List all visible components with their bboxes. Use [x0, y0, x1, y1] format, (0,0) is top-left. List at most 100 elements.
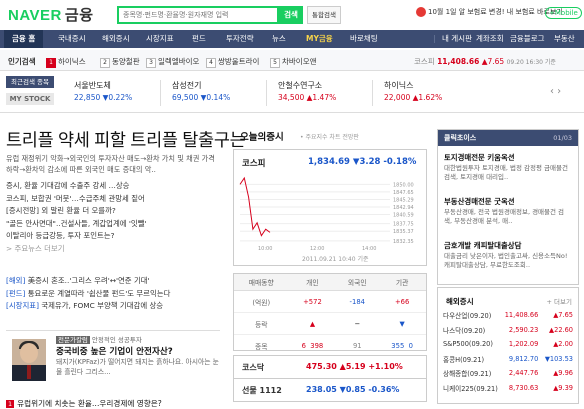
- nav-fund[interactable]: 펀드: [184, 30, 214, 48]
- ad-item[interactable]: 토지경매전문 키움옥션 대한법원투자 토지경매, 법정 감정평 금매물건 검색,…: [444, 152, 572, 182]
- news-item[interactable]: [해외] 美증시 혼조..'그리스 우려'↔'연준 기대': [6, 275, 220, 288]
- news-list: 증시, 환율 기대감에 수출주 강세 …상승 코스피, 보합권 '머뭇'…수급주…: [6, 180, 220, 255]
- divider: [160, 80, 161, 106]
- nav-domestic[interactable]: 국내증시: [50, 30, 94, 48]
- ad-item[interactable]: 부동산경매전문 굿옥션 부동산경매, 전국 법원경매정보, 경매물건 검색, 부…: [444, 196, 572, 226]
- y-tick-label: 1840.59: [393, 213, 414, 219]
- recent-stock[interactable]: 안철수연구소 34,500 ▲1.47%: [278, 80, 360, 102]
- pager-arrows-icon[interactable]: ‹ ›: [550, 86, 561, 97]
- col-header: 개인: [288, 274, 337, 291]
- table-row: 종목 6 398 91 355 0: [234, 334, 426, 357]
- kosdaq-row[interactable]: 코스닥 475.30 ▲5.19 +1.10%: [233, 355, 427, 379]
- col-header: 외국인: [336, 274, 379, 291]
- kospi-panel: 코스피 1,834.69 ▼3.28 -0.18% 1850.00 1847.65…: [233, 149, 427, 266]
- news-item[interactable]: 증시, 환율 기대감에 수출주 강세 …상승: [6, 180, 220, 193]
- y-tick-label: 1850.00: [393, 182, 414, 188]
- promo-banner[interactable]: 10월 1일 알 보험료 변경! 내 보험료 바로보기: [416, 7, 563, 17]
- y-tick-label: 1847.65: [393, 190, 414, 196]
- column-body: 돼지가(KPFaz)가 떨어지면 돼지는 흙하나요. 아시아는 눈물 흘린다 그…: [56, 358, 219, 376]
- divider: [266, 80, 267, 106]
- bottom-news[interactable]: 1 유럽위기에 치솟는 환율…우리경제에 영향은?: [6, 398, 162, 409]
- hot-item[interactable]: 3 일렉엘바이오: [146, 56, 199, 68]
- nav-market-index[interactable]: 시장지표: [138, 30, 182, 48]
- ads-header: 클릭초이스 01/03: [438, 130, 578, 146]
- table-row[interactable]: 니케이225(09.21) 8,730.63 ▲9.39: [442, 381, 574, 396]
- y-tick-label: 1835.37: [393, 229, 414, 235]
- nav-strategy[interactable]: 투자전략: [218, 30, 262, 48]
- index-name: 코스닥: [242, 363, 265, 372]
- x-tick-label: 10:00: [258, 246, 272, 252]
- index-name: 선물 1112: [242, 386, 282, 395]
- category-news-list: [해외] 美증시 혼조..'그리스 우려'↔'연준 기대' [펀드] 통요로운 …: [6, 275, 220, 313]
- hot-item[interactable]: 4 쌍방울트라이: [206, 56, 259, 68]
- y-tick-label: 1845.29: [393, 197, 414, 203]
- headline-lead: 유럽 재정위기 악화→외국인의 투자자산 매도→환차 가치 및 채권 가격 하락…: [6, 154, 215, 174]
- naver-finance-logo[interactable]: NAVER 금융: [8, 4, 94, 25]
- news-item[interactable]: 코스피, 보합권 '머뭇'…수급주체 관망세 짙어: [6, 193, 220, 206]
- nav-blog[interactable]: 금융블로그: [502, 30, 553, 48]
- avatar: [12, 339, 46, 381]
- ads-pager[interactable]: 01/03: [553, 130, 572, 146]
- y-tick-label: 1837.75: [393, 222, 414, 228]
- recent-search-tag[interactable]: 최근검색 종목: [6, 76, 54, 88]
- mystock-tag[interactable]: MY STOCK: [6, 93, 54, 105]
- column-title[interactable]: 중국비중 높은 기업이 안전자산?: [56, 345, 173, 357]
- search-box: [117, 6, 279, 24]
- ad-item[interactable]: 금호개발 캐피탈대출상담 대출금리 낮은이자, 법인출고싸, 신용소득No! 캐…: [444, 240, 572, 270]
- header: NAVER금융 검색 통합검색 10월 1일 알 보험료 변경! 내 보험료 바…: [0, 0, 584, 26]
- rank-badge: 4: [206, 58, 216, 68]
- index-value: 238.05 ▼0.85 -0.36%: [306, 385, 400, 394]
- nav-chat[interactable]: 바로채팅: [342, 30, 386, 48]
- news-item[interactable]: [증시전망] 외 말린 환율 더 오를까?: [6, 205, 220, 218]
- nav-my-finance[interactable]: MY금융: [298, 30, 341, 48]
- expert-column[interactable]: 전문가칼럼 안정적인 성공투자 중국비중 높은 기업이 안전자산? 돼지가(KPF…: [6, 330, 220, 393]
- recent-stock[interactable]: 서울반도체 22,850 ▼0.22%: [74, 80, 156, 102]
- recent-stock[interactable]: 삼성전기 69,500 ▼0.14%: [172, 80, 254, 102]
- mobile-link[interactable]: +Mobile: [545, 7, 582, 19]
- more-news-link[interactable]: > 주요뉴스 더보기: [6, 243, 220, 256]
- chart-link[interactable]: • 주요지수 차트 전망판: [300, 132, 359, 141]
- index-name[interactable]: 코스피: [242, 157, 265, 169]
- table-row[interactable]: 상해종합(09.21) 2,447.76 ▲9.96: [442, 366, 574, 381]
- table-row[interactable]: S&P500(09.20) 1,202.09 ▲2.00: [442, 337, 574, 352]
- divider: [372, 80, 373, 106]
- alert-icon: [416, 7, 426, 17]
- nav-overseas[interactable]: 해외증시: [94, 30, 138, 48]
- hot-item[interactable]: 2 동양철판: [100, 56, 140, 68]
- col-header: 기관: [378, 274, 426, 291]
- news-item[interactable]: "골든 안사면대"..건설사들, 계갑업계에 '잇뺄': [6, 218, 220, 231]
- rank-badge: 3: [146, 58, 156, 68]
- nav-news[interactable]: 뉴스: [264, 30, 294, 48]
- chart-labels: 1850.00 1847.651845.29 1842.94 1840.59 1837.…: [258, 182, 414, 252]
- recent-stock[interactable]: 하이닉스 22,000 ▲1.62%: [384, 80, 466, 102]
- nav-home[interactable]: 금융 홈: [4, 30, 44, 48]
- table-row[interactable]: 다우산업(09.20) 11,408.66 ▲7.65: [442, 308, 574, 323]
- search-button[interactable]: 검색: [279, 6, 303, 24]
- news-item[interactable]: [펀드] 통요로운 계열따라 '쉽산물 펀드'도 무르익는다: [6, 288, 220, 301]
- table-row[interactable]: 홍콩H(09.21) 9,812.70 ▼103.53: [442, 352, 574, 367]
- kospi-chart[interactable]: 1850.00 1847.651845.29 1842.94 1840.59 1837.…: [238, 174, 422, 252]
- column-tag: 전문가칼럼 안정적인 성공투자: [56, 336, 142, 344]
- search-input[interactable]: [119, 8, 277, 22]
- table-row[interactable]: 나스닥(09.20) 2,590.23 ▲22.60: [442, 323, 574, 338]
- headline[interactable]: 트리플 약세 피할 트리플 탈출구는: [6, 127, 246, 152]
- futures-row[interactable]: 선물 1112 238.05 ▼0.85 -0.36%: [233, 378, 427, 402]
- y-tick-label: 1842.94: [393, 205, 414, 211]
- hot-item[interactable]: 5 차바이오앤: [270, 56, 317, 68]
- hot-search-label: 인기검색: [8, 57, 36, 66]
- overseas-table: 다우산업(09.20) 11,408.66 ▲7.65 나스닥(09.20) 2,59…: [442, 308, 574, 395]
- news-item[interactable]: 이탈리아 등급강등, 투자 포인트는?: [6, 230, 220, 243]
- ticker-kospi[interactable]: 코스피 11,408.66 ▲7.65 09.20 16:30 기준: [414, 56, 556, 67]
- more-link[interactable]: + 더보기: [547, 296, 572, 306]
- chart-date: 2011.09.21 10:40 기준: [302, 256, 369, 263]
- investor-table: 매매동향 개인 외국인 기관 (억원) +572 -184 +66 등락 ▲ ━…: [234, 274, 426, 357]
- hot-item[interactable]: 1 하이닉스: [46, 56, 86, 68]
- table-row: (억원) +572 -184 +66: [234, 290, 426, 313]
- news-item[interactable]: [시장지표] 국제유가, FOMC 부양책 기대감에 상승: [6, 300, 220, 313]
- rank-badge: 5: [270, 58, 280, 68]
- y-tick-label: 1832.35: [393, 239, 414, 245]
- overseas-indices: 해외증시 + 더보기 다우산업(09.20) 11,408.66 ▲7.65 나스닥…: [437, 287, 579, 404]
- chart-grid: [240, 183, 390, 242]
- nav-realestate[interactable]: 부동산: [546, 30, 583, 48]
- total-search-button[interactable]: 통합검색: [307, 6, 341, 24]
